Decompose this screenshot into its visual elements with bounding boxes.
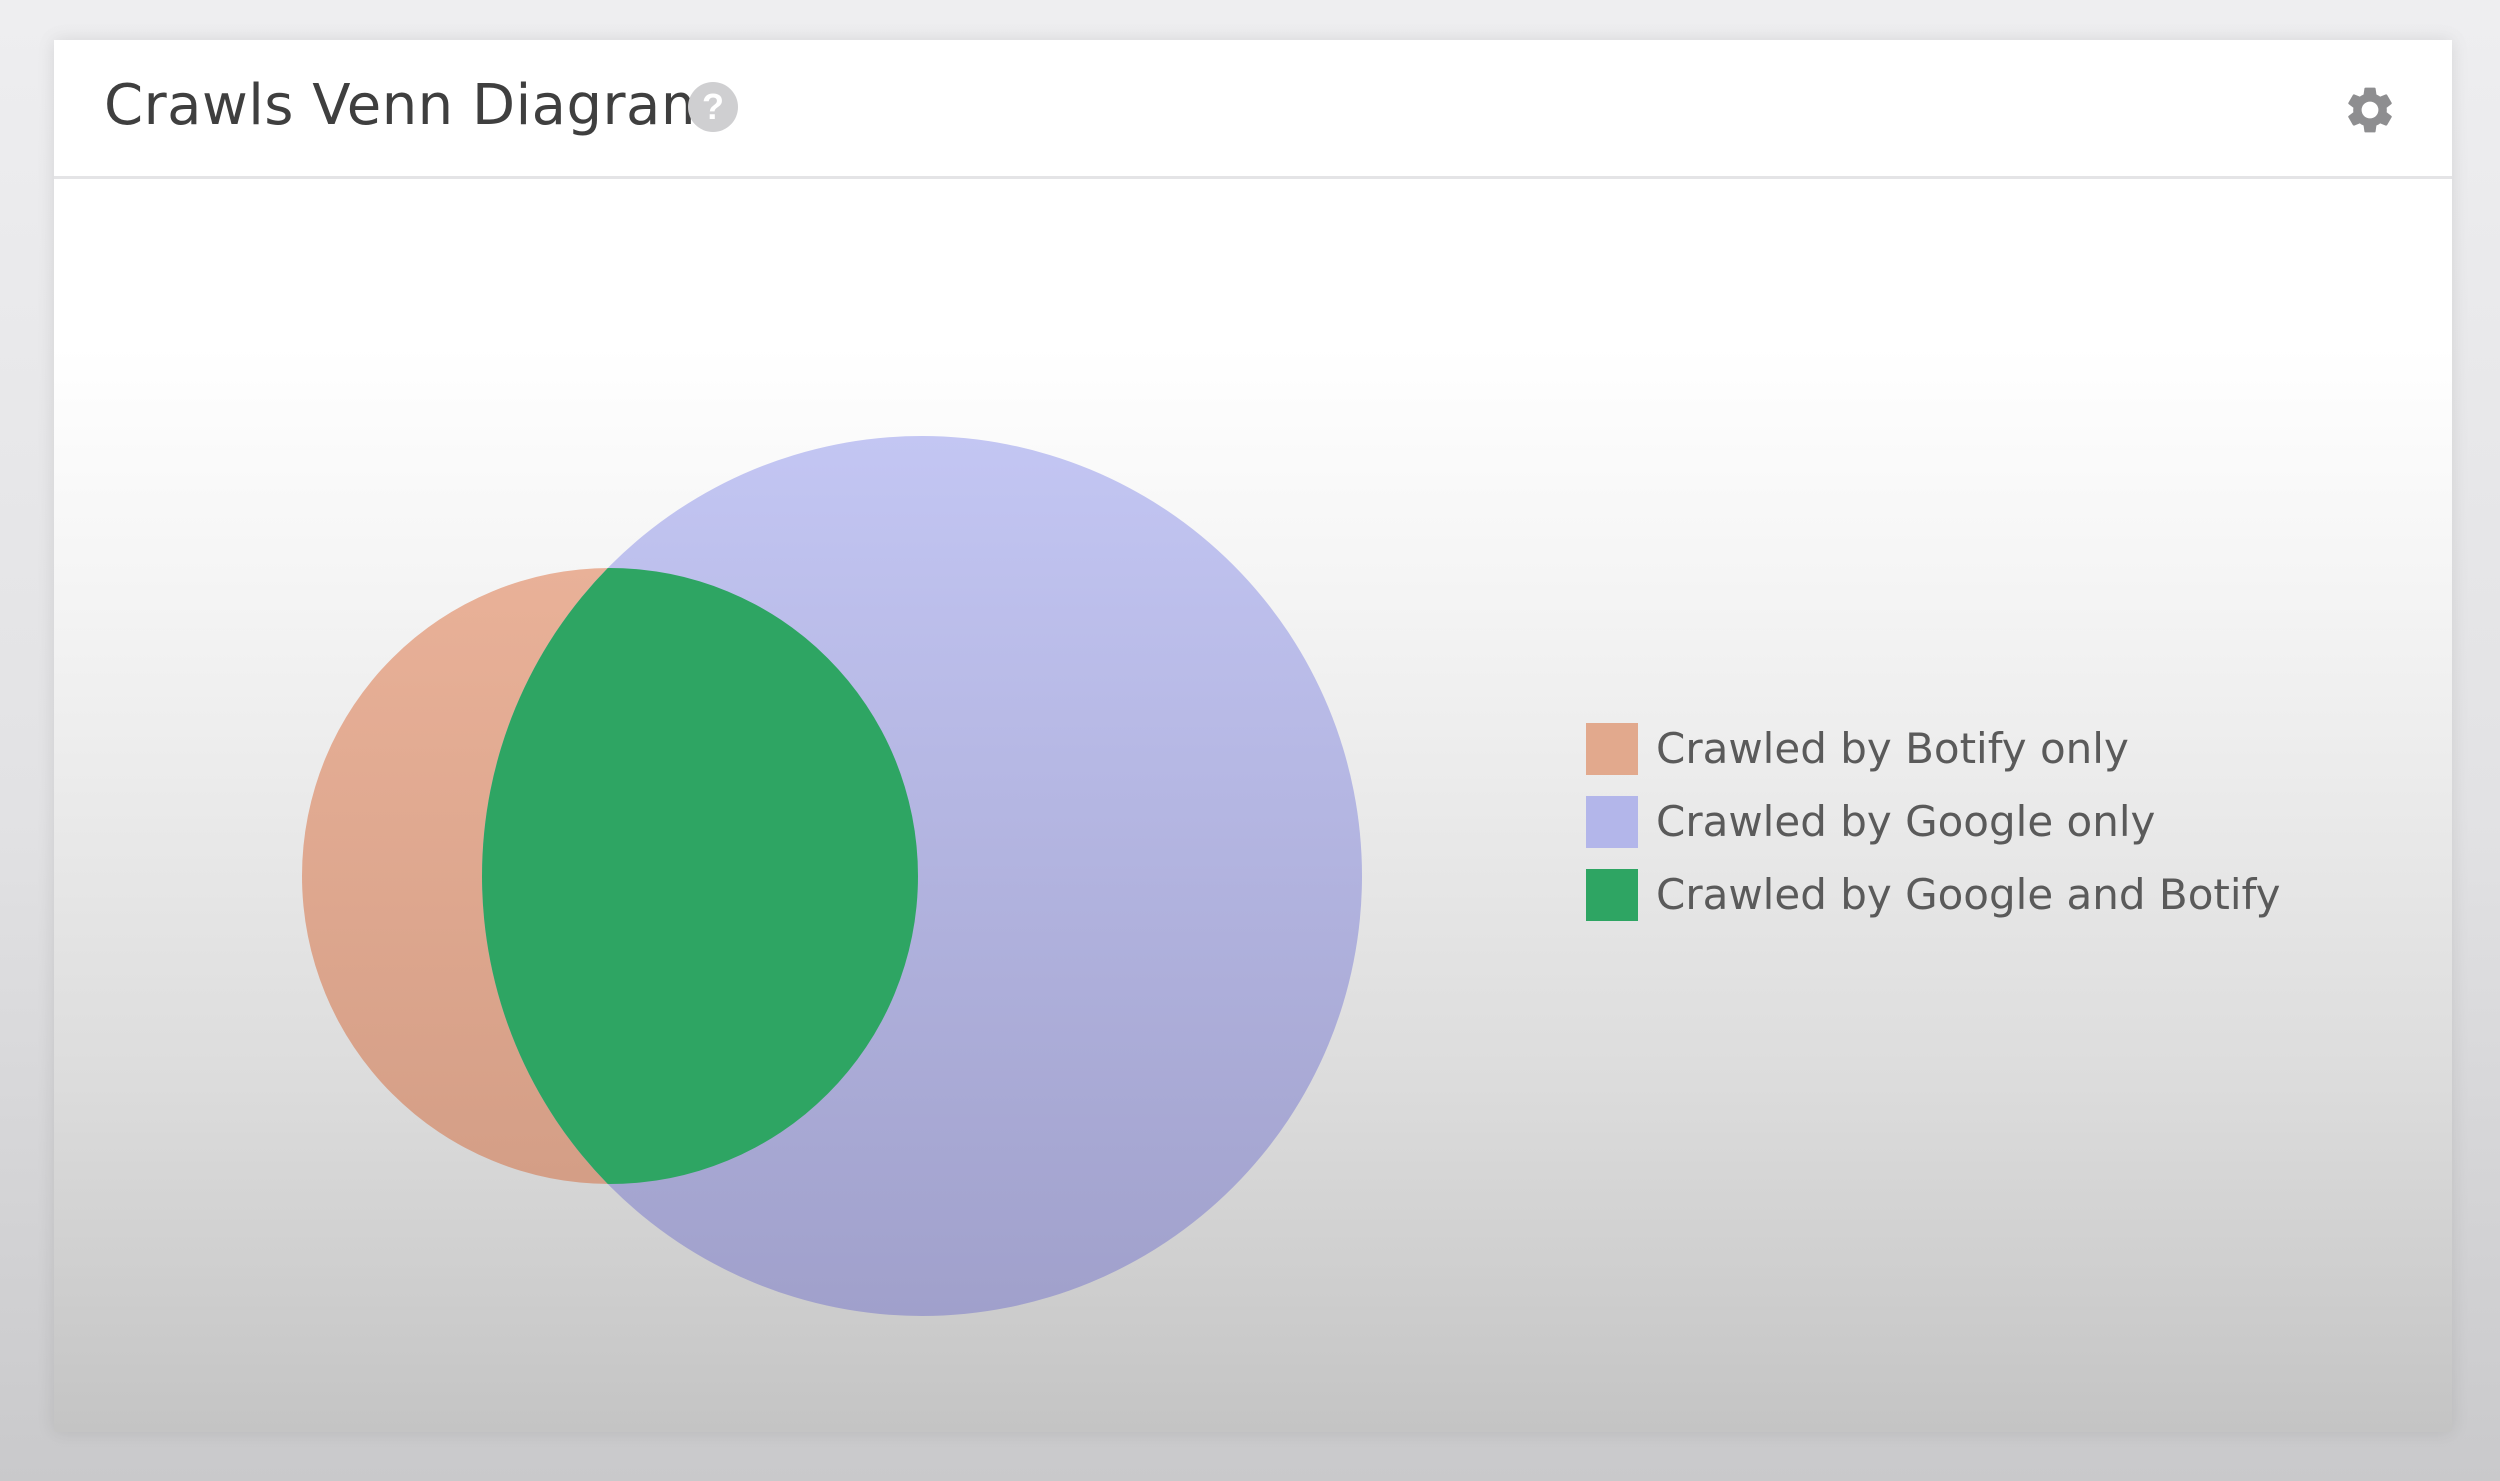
widget-header: Crawls Venn Diagram ? <box>54 40 2452 179</box>
chart-legend: Crawled by Botify only Crawled by Google… <box>1586 712 2280 931</box>
legend-item-google-only[interactable]: Crawled by Google only <box>1586 785 2280 858</box>
legend-swatch <box>1586 795 1638 848</box>
gear-icon[interactable] <box>2342 82 2398 138</box>
legend-item-google-and-botify[interactable]: Crawled by Google and Botify <box>1586 858 2280 931</box>
legend-swatch <box>1586 868 1638 921</box>
help-icon[interactable]: ? <box>688 82 738 132</box>
legend-label: Crawled by Google and Botify <box>1656 870 2281 919</box>
venn-widget: Crawls Venn Diagram ? Crawled by Botify … <box>54 40 2452 1432</box>
legend-label: Crawled by Google only <box>1656 797 2156 846</box>
legend-swatch <box>1586 722 1638 775</box>
legend-label: Crawled by Botify only <box>1656 724 2129 773</box>
widget-title: Crawls Venn Diagram <box>104 73 716 138</box>
legend-item-botify-only[interactable]: Crawled by Botify only <box>1586 712 2280 785</box>
